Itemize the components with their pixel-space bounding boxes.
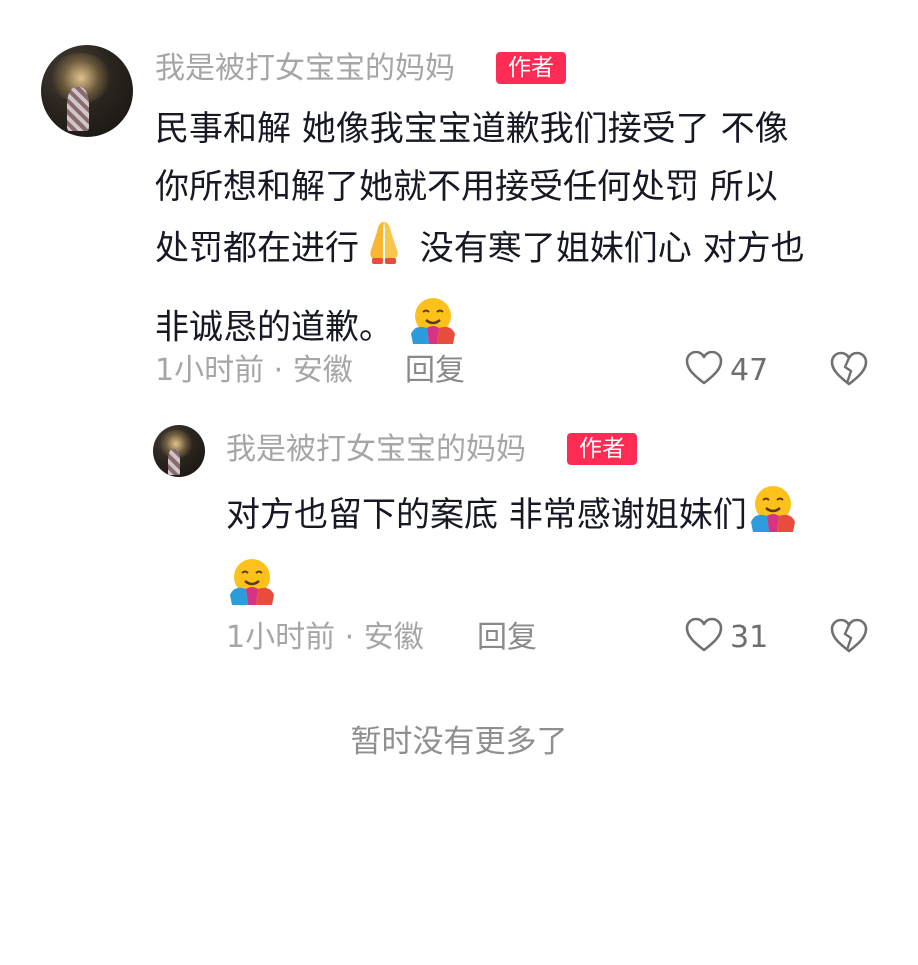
- avatar-figure: [168, 449, 180, 475]
- reply-button[interactable]: 回复: [477, 619, 537, 657]
- like-count: 31: [730, 619, 769, 655]
- comment-line: [226, 555, 886, 624]
- comment-line: 对方也留下的案底 非常感谢姐妹们: [226, 482, 886, 551]
- comment-text: 对方也留下的案底 非常感谢姐妹们: [226, 482, 886, 624]
- broken-heart-icon: [829, 618, 869, 659]
- comment-segment: 对方也留下的案底 非常感谢姐妹们: [226, 495, 747, 535]
- comment-time-location: 1小时前 · 安徽: [226, 620, 424, 655]
- author-badge: 作者: [567, 433, 637, 465]
- avatar[interactable]: [153, 425, 205, 477]
- like-button[interactable]: 31: [684, 617, 768, 657]
- reply-comment-item: 我是被打女宝宝的妈妈 作者 对方也留下的案底 非常感谢姐妹们 1小时前 · 安徽…: [0, 0, 918, 680]
- dislike-button[interactable]: [829, 617, 869, 657]
- heart-outline-icon: [684, 616, 724, 658]
- hugging-face-emoji-icon: [226, 555, 278, 624]
- no-more-comments-note: 暂时没有更多了: [350, 724, 568, 760]
- hugging-face-emoji-icon: [747, 482, 799, 551]
- username[interactable]: 我是被打女宝宝的妈妈: [226, 431, 526, 469]
